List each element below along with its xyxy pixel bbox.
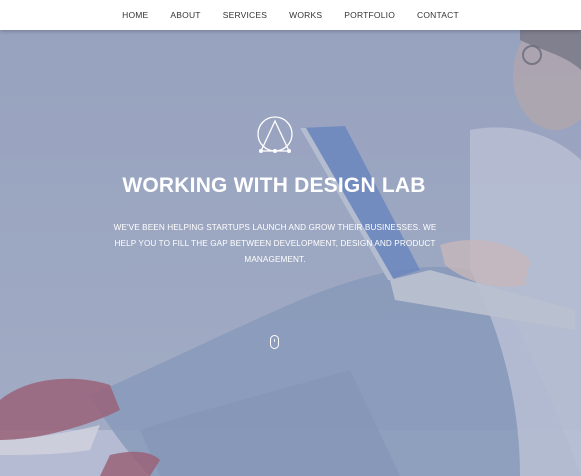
nav-item-portfolio[interactable]: PORTFOLIO — [344, 10, 395, 20]
nav-item-contact[interactable]: CONTACT — [417, 10, 459, 20]
nav-item-about[interactable]: ABOUT — [170, 10, 200, 20]
hero-title: WORKING WITH DESIGN LAB — [122, 174, 426, 197]
nav-item-home[interactable]: HOME — [122, 10, 148, 20]
hero-subtitle: WE'VE BEEN HELPING STARTUPS LAUNCH AND G… — [113, 223, 437, 264]
mouse-scroll-icon[interactable] — [270, 335, 279, 349]
nav-item-services[interactable]: SERVICES — [223, 10, 267, 20]
nav-item-works[interactable]: WORKS — [289, 10, 322, 20]
top-navbar: HOME ABOUT SERVICES WORKS PORTFOLIO CONT… — [0, 0, 581, 30]
triangle-circle-logo-icon — [257, 116, 293, 153]
